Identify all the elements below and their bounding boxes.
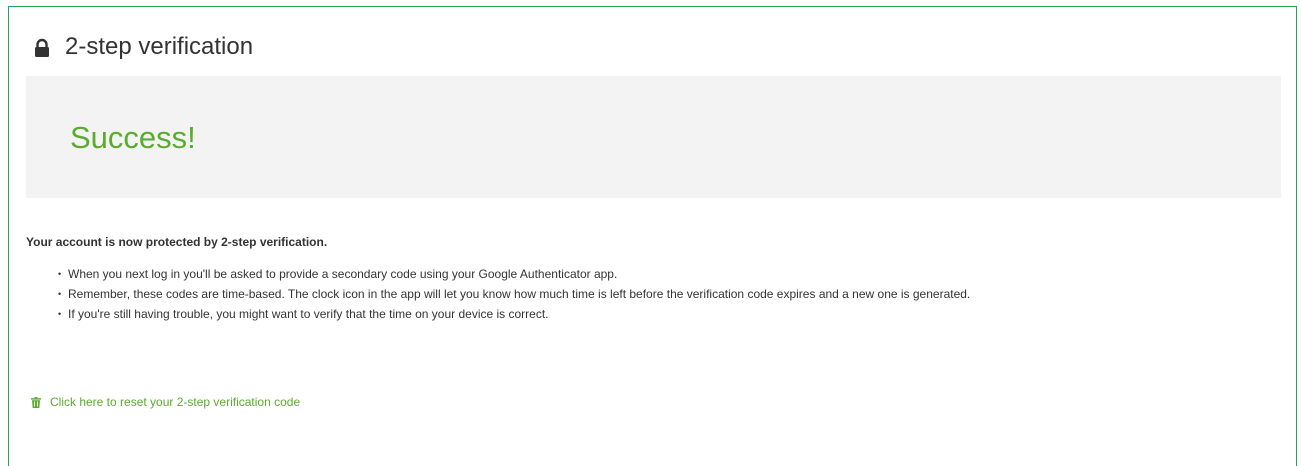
list-item: When you next log in you'll be asked to …	[26, 264, 970, 284]
page-title: 2-step verification	[65, 33, 254, 60]
success-title: Success!	[70, 120, 196, 155]
success-banner: Success!	[26, 76, 1281, 198]
trash-icon	[31, 396, 41, 408]
list-item: Remember, these codes are time-based. Th…	[26, 284, 970, 304]
info-list: When you next log in you'll be asked to …	[26, 264, 970, 324]
reset-link-label: Click here to reset your 2-step verifica…	[50, 395, 301, 409]
protected-message: Your account is now protected by 2-step …	[26, 235, 328, 249]
panel-header: 2-step verification	[33, 33, 253, 61]
lock-icon	[33, 37, 51, 57]
verification-panel: 2-step verification Success! Your accoun…	[8, 6, 1297, 466]
reset-verification-link[interactable]: Click here to reset your 2-step verifica…	[31, 395, 300, 409]
list-item: If you're still having trouble, you migh…	[26, 304, 970, 324]
